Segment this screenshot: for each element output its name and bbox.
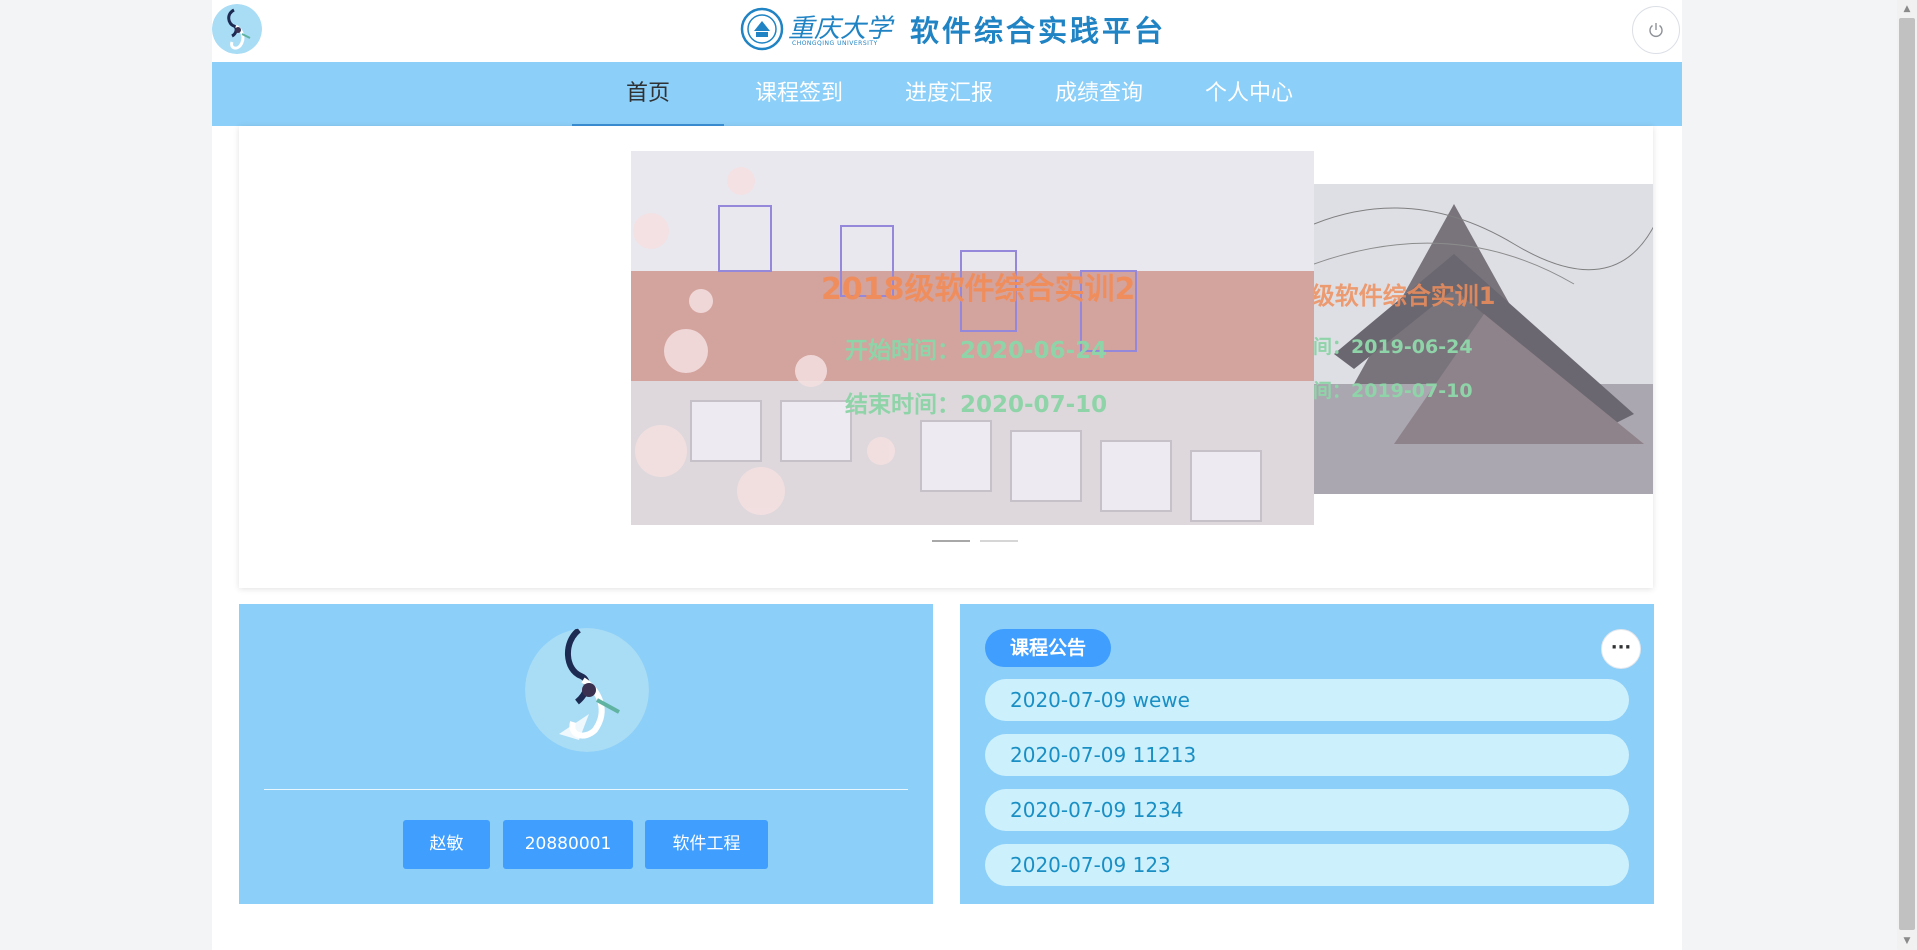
- carousel-indicators: [932, 540, 1018, 542]
- profile-divider: [264, 789, 908, 790]
- university-seal-icon: [740, 7, 784, 51]
- carousel-indicator[interactable]: [932, 540, 970, 542]
- profile-avatar: [525, 628, 649, 752]
- nav-item-grade-query[interactable]: 成绩查询: [1024, 62, 1174, 126]
- slide-start-date: 开始时间：2019-06-24: [1314, 336, 1473, 358]
- nav-item-personal-center[interactable]: 个人中心: [1174, 62, 1324, 126]
- course-carousel: 2018级软件综合实训1 开始时间：2019-06-24 结束时间：2019-0…: [239, 126, 1653, 588]
- slide-start-date: 开始时间：2020-06-24: [845, 338, 1108, 364]
- notice-item[interactable]: 2020-07-09 123: [985, 844, 1629, 886]
- student-name-tag[interactable]: 赵敏: [403, 820, 490, 869]
- notice-item[interactable]: 2020-07-09 wewe: [985, 679, 1629, 721]
- more-button[interactable]: ···: [1601, 629, 1641, 669]
- scroll-up-arrow-icon[interactable]: ▲: [1897, 0, 1917, 18]
- page-container: 重庆大学 CHONGQING UNIVERSITY 软件综合实践平台 首页 课程…: [212, 0, 1682, 950]
- carousel-slide-active[interactable]: 2018级软件综合实训2 开始时间：2020-06-24 结束时间：2020-0…: [631, 151, 1314, 525]
- nav-item-course-checkin[interactable]: 课程签到: [724, 62, 874, 126]
- slide-title: 2018级软件综合实训2: [821, 272, 1136, 307]
- carousel-indicator[interactable]: [980, 540, 1018, 542]
- carousel-slide[interactable]: 2018级软件综合实训1 开始时间：2019-06-24 结束时间：2019-0…: [1314, 184, 1653, 494]
- avatar-illustration-icon: [525, 628, 649, 752]
- course-notice-card: 课程公告 ··· 2020-07-09 wewe 2020-07-09 1121…: [960, 604, 1654, 904]
- major-tag[interactable]: 软件工程: [645, 820, 768, 869]
- main-nav: 首页 课程签到 进度汇报 成绩查询 个人中心: [212, 62, 1682, 126]
- notice-item[interactable]: 2020-07-09 11213: [985, 734, 1629, 776]
- page-scrollbar[interactable]: ▲ ▼: [1897, 0, 1917, 950]
- student-id-tag[interactable]: 20880001: [503, 820, 633, 869]
- more-icon: ···: [1610, 637, 1632, 658]
- profile-card: 赵敏 20880001 软件工程: [239, 604, 933, 904]
- platform-title: 软件综合实践平台: [910, 14, 1167, 48]
- nav-item-home[interactable]: 首页: [572, 62, 724, 126]
- avatar-illustration-icon: [212, 4, 262, 54]
- slide-end-date: 结束时间：2020-07-10: [845, 392, 1108, 418]
- brand-logo: 重庆大学 CHONGQING UNIVERSITY 软件综合实践平台: [740, 4, 1166, 54]
- slide-end-date: 结束时间：2019-07-10: [1314, 380, 1473, 402]
- avatar[interactable]: [212, 4, 262, 54]
- top-header: 重庆大学 CHONGQING UNIVERSITY 软件综合实践平台: [212, 0, 1682, 62]
- university-name-en: CHONGQING UNIVERSITY: [792, 40, 878, 47]
- scrollbar-thumb[interactable]: [1899, 18, 1915, 930]
- logout-button[interactable]: [1632, 6, 1680, 54]
- university-name: 重庆大学: [788, 14, 893, 44]
- power-icon: [1649, 23, 1663, 37]
- scroll-down-arrow-icon[interactable]: ▼: [1897, 932, 1917, 950]
- slide-title: 2018级软件综合实训1: [1314, 282, 1496, 310]
- nav-item-progress-report[interactable]: 进度汇报: [874, 62, 1024, 126]
- notice-title: 课程公告: [985, 629, 1112, 667]
- notice-item[interactable]: 2020-07-09 1234: [985, 789, 1629, 831]
